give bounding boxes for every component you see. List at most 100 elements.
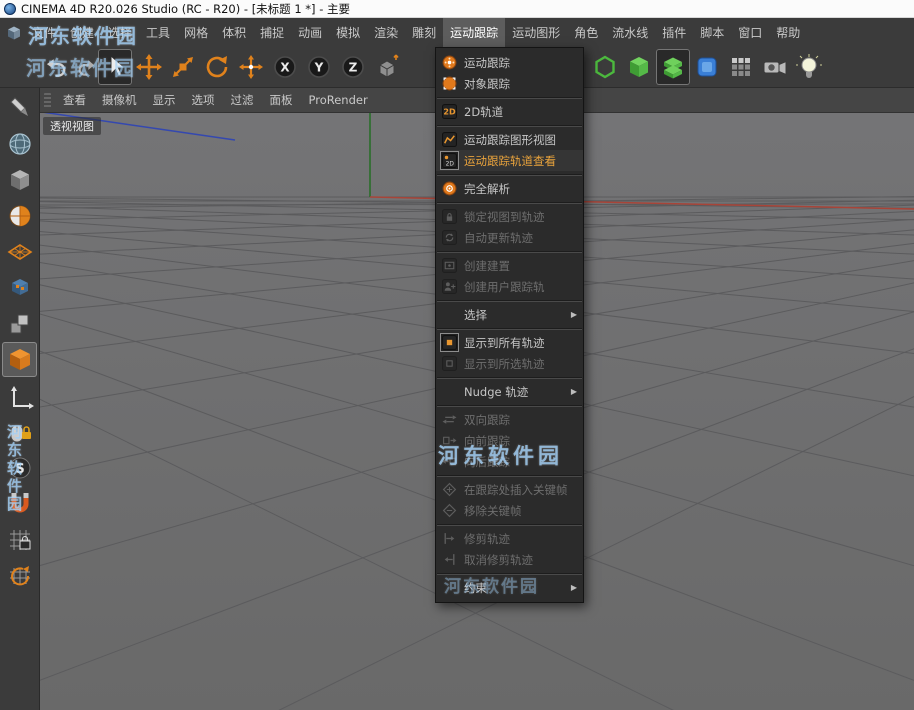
axis-lock-icon[interactable] — [2, 414, 37, 449]
viewport-solo-icon[interactable]: S — [2, 450, 37, 485]
scale-tool-icon[interactable] — [166, 49, 200, 85]
coordinate-system-icon[interactable] — [370, 49, 404, 85]
menu-item-nudge-track[interactable]: Nudge 轨迹 ▶ — [436, 381, 583, 402]
camera-icon[interactable] — [758, 49, 792, 85]
menu-item-object-tracker[interactable]: 对象跟踪 — [436, 73, 583, 94]
menu-item-create-setup: 创建建置 — [436, 255, 583, 276]
menubar-item-motion-graphics[interactable]: 运动图形 — [505, 18, 567, 47]
menubar-item-snap[interactable]: 捕捉 — [253, 18, 291, 47]
menu-item-label: 双向跟踪 — [464, 412, 510, 428]
menu-item-label: 自动更新轨迹 — [464, 230, 533, 246]
workplane-lock-icon[interactable] — [2, 522, 37, 557]
menu-item-constraint[interactable]: 约束▶ — [436, 577, 583, 598]
floor-icon[interactable] — [690, 49, 724, 85]
undo-icon[interactable] — [44, 49, 71, 85]
menu-item-2d-track[interactable]: 2D2D轨道 — [436, 101, 583, 122]
menubar-item-script[interactable]: 脚本 — [693, 18, 731, 47]
viewport-menu-filter[interactable]: 过滤 — [223, 92, 262, 108]
array-icon[interactable] — [724, 49, 758, 85]
viewport-menu-display[interactable]: 显示 — [145, 92, 184, 108]
menu-item-graph-view[interactable]: 运动跟踪图形视图 — [436, 129, 583, 150]
primitive-cube-icon[interactable] — [622, 49, 656, 85]
x-axis-lock-icon[interactable]: X — [268, 49, 302, 85]
menubar-item-animate[interactable]: 动画 — [291, 18, 329, 47]
enable-axis-icon[interactable] — [2, 378, 37, 413]
graph-view-icon — [441, 131, 458, 148]
menu-item-trim-track: 修剪轨迹 — [436, 528, 583, 549]
untrim-track-icon — [441, 551, 458, 568]
polygons-mode-icon[interactable] — [2, 342, 37, 377]
remove-keyframe-icon — [441, 502, 458, 519]
subdivision-surface-icon[interactable] — [588, 49, 622, 85]
texture-mode-icon[interactable] — [2, 198, 37, 233]
submenu-arrow-icon: ▶ — [571, 387, 577, 396]
menu-item-full-solve[interactable]: 完全解析 — [436, 178, 583, 199]
menu-item-label: 选择 — [464, 307, 487, 323]
viewport-menu-cameras[interactable]: 摄像机 — [94, 92, 145, 108]
points-mode-icon[interactable] — [2, 270, 37, 305]
menubar-cube-icon[interactable] — [3, 18, 25, 47]
menu-item-label: 向前跟踪 — [464, 433, 510, 449]
menu-bar: 文件创建选择工具网格体积捕捉动画模拟渲染雕刻运动跟踪运动图形角色流水线插件脚本窗… — [0, 18, 914, 47]
menu-item-label: 锁定视图到轨迹 — [464, 209, 545, 225]
menubar-item-render[interactable]: 渲染 — [367, 18, 405, 47]
menu-item-label: 运动跟踪图形视图 — [464, 132, 556, 148]
rotate-tool-icon[interactable] — [200, 49, 234, 85]
workplane-snap-icon[interactable] — [2, 558, 37, 593]
light-icon[interactable] — [792, 49, 826, 85]
menubar-item-select[interactable]: 选择 — [101, 18, 139, 47]
menu-item-select[interactable]: 选择 ▶ — [436, 304, 583, 325]
menubar-item-character[interactable]: 角色 — [567, 18, 605, 47]
grip-handle-icon[interactable] — [44, 93, 51, 108]
menubar-item-simulate[interactable]: 模拟 — [329, 18, 367, 47]
last-tool-icon[interactable] — [234, 49, 268, 85]
menu-item-lock-view: 锁定视图到轨迹 — [436, 206, 583, 227]
submenu-arrow-icon: ▶ — [571, 310, 577, 319]
menu-separator — [437, 202, 582, 204]
move-tool-icon[interactable] — [132, 49, 166, 85]
menubar-item-tools[interactable]: 工具 — [139, 18, 177, 47]
create-user-track-icon — [441, 278, 458, 295]
menu-item-label: Nudge 轨迹 — [464, 384, 528, 400]
redo-icon[interactable] — [71, 49, 98, 85]
menu-item-motion-tracker[interactable]: 运动跟踪 — [436, 52, 583, 73]
y-axis-lock-icon[interactable]: Y — [302, 49, 336, 85]
model-mode-icon[interactable] — [2, 162, 37, 197]
z-axis-lock-icon[interactable]: Z — [336, 49, 370, 85]
titlebar: CINEMA 4D R20.026 Studio (RC - R20) - [未… — [0, 0, 914, 18]
coordinate-globe-icon[interactable] — [2, 126, 37, 161]
viewport-menu-options[interactable]: 选项 — [184, 92, 223, 108]
menu-item-label: 显示到所选轨迹 — [464, 356, 545, 372]
live-selection-icon[interactable] — [98, 49, 132, 85]
menubar-item-sculpt[interactable]: 雕刻 — [405, 18, 443, 47]
viewport-menu-prorender[interactable]: ProRender — [301, 93, 376, 107]
menubar-item-window[interactable]: 窗口 — [731, 18, 769, 47]
menubar-item-create[interactable]: 创建 — [63, 18, 101, 47]
menubar-item-pipeline[interactable]: 流水线 — [605, 18, 655, 47]
viewport-menu-view[interactable]: 查看 — [55, 92, 94, 108]
primitive-stack-icon[interactable] — [656, 49, 690, 85]
track-2d-icon: 2D — [441, 103, 458, 120]
snap-magnet-icon[interactable] — [2, 486, 37, 521]
menubar-item-file[interactable]: 文件 — [25, 18, 63, 47]
motion-tracker-menu: 运动跟踪对象跟踪2D2D轨道运动跟踪图形视图2D运动跟踪轨道查看完全解析锁定视图… — [435, 47, 584, 603]
make-editable-icon[interactable] — [2, 90, 37, 125]
svg-text:2D: 2D — [443, 108, 456, 117]
menubar-item-mesh[interactable]: 网格 — [177, 18, 215, 47]
workplane-mode-icon[interactable] — [2, 234, 37, 269]
menu-item-show-all-tracks[interactable]: 显示到所有轨迹 — [436, 332, 583, 353]
menu-item-label: 运动跟踪轨道查看 — [464, 153, 556, 169]
menubar-item-volume[interactable]: 体积 — [215, 18, 253, 47]
menu-item-track-view[interactable]: 2D运动跟踪轨道查看 — [436, 150, 583, 171]
menu-separator — [437, 573, 582, 575]
menubar-item-motion-tracker[interactable]: 运动跟踪 — [443, 18, 505, 47]
motion-tracker-icon — [441, 54, 458, 71]
edges-mode-icon[interactable] — [2, 306, 37, 341]
menubar-item-plugins[interactable]: 插件 — [655, 18, 693, 47]
menu-item-track-bidirectional: 双向跟踪 — [436, 409, 583, 430]
menubar-item-help[interactable]: 帮助 — [769, 18, 807, 47]
auto-update-icon — [441, 229, 458, 246]
viewport-menu-panel[interactable]: 面板 — [262, 92, 301, 108]
menu-item-label: 约束 — [464, 580, 487, 596]
show-selected-tracks-icon — [441, 355, 458, 372]
